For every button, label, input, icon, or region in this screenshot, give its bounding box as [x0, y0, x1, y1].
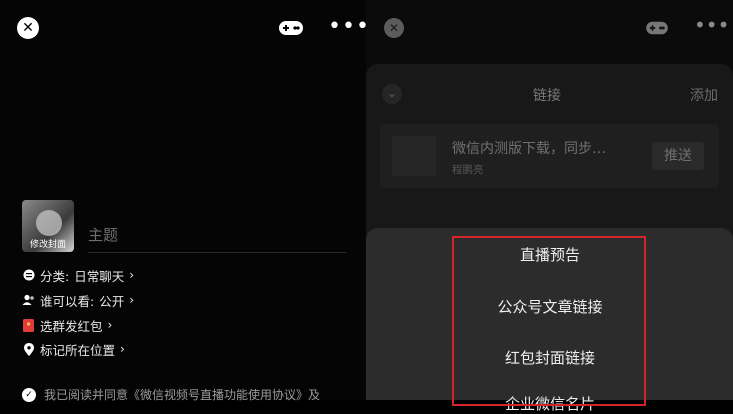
agreement-text: 我已阅读并同意《微信视频号直播功能使用协议》及: [44, 388, 321, 402]
category-icon: [22, 269, 35, 282]
agreement-row[interactable]: ✓ 我已阅读并同意《微信视频号直播功能使用协议》及: [22, 386, 320, 403]
people-icon: [22, 294, 35, 307]
category-label: 分类:: [40, 268, 70, 284]
link-title: 微信内测版下载，同步…: [452, 141, 606, 157]
cat-thumbnail: [36, 210, 62, 236]
gamepad-icon[interactable]: [645, 18, 669, 38]
push-button[interactable]: 推送: [652, 142, 704, 170]
category-row[interactable]: 分类: 日常聊天 ›: [22, 266, 134, 284]
more-icon[interactable]: •••: [328, 16, 370, 38]
location-pin-icon: [22, 342, 35, 356]
link-thumbnail: [392, 136, 436, 176]
link-author: 程鹏亮: [452, 164, 484, 176]
edit-cover-label: 修改封面: [29, 240, 66, 250]
location-row[interactable]: 标记所在位置 ›: [22, 340, 125, 358]
red-packet-label: 选群发红包: [40, 318, 103, 334]
category-value: 日常聊天: [74, 268, 125, 284]
visibility-value: 公开: [99, 293, 125, 309]
location-label: 标记所在位置: [40, 342, 116, 358]
topic-input[interactable]: 主题: [88, 224, 118, 245]
chevron-right-icon: ›: [120, 342, 125, 356]
add-link-button[interactable]: 添加: [690, 85, 718, 105]
close-icon[interactable]: ✕: [17, 17, 39, 39]
more-icon[interactable]: •••: [694, 15, 729, 35]
chevron-right-icon: ›: [129, 268, 135, 282]
cover-image[interactable]: 修改封面: [22, 200, 74, 252]
sheet-title: 链接: [533, 88, 561, 104]
gamepad-icon[interactable]: [278, 17, 304, 39]
visibility-label: 谁可以看:: [40, 293, 95, 309]
chevron-right-icon: ›: [107, 318, 113, 332]
chevron-down-icon[interactable]: ⌄: [382, 84, 402, 104]
red-packet-icon: [22, 318, 35, 332]
red-packet-row[interactable]: 选群发红包 ›: [22, 316, 112, 334]
checkmark-icon[interactable]: ✓: [22, 387, 36, 402]
chevron-right-icon: ›: [129, 293, 135, 307]
highlight-box: [452, 236, 646, 406]
topic-divider: [88, 252, 346, 253]
visibility-row[interactable]: 谁可以看: 公开 ›: [22, 291, 134, 309]
close-icon[interactable]: ✕: [384, 18, 404, 38]
